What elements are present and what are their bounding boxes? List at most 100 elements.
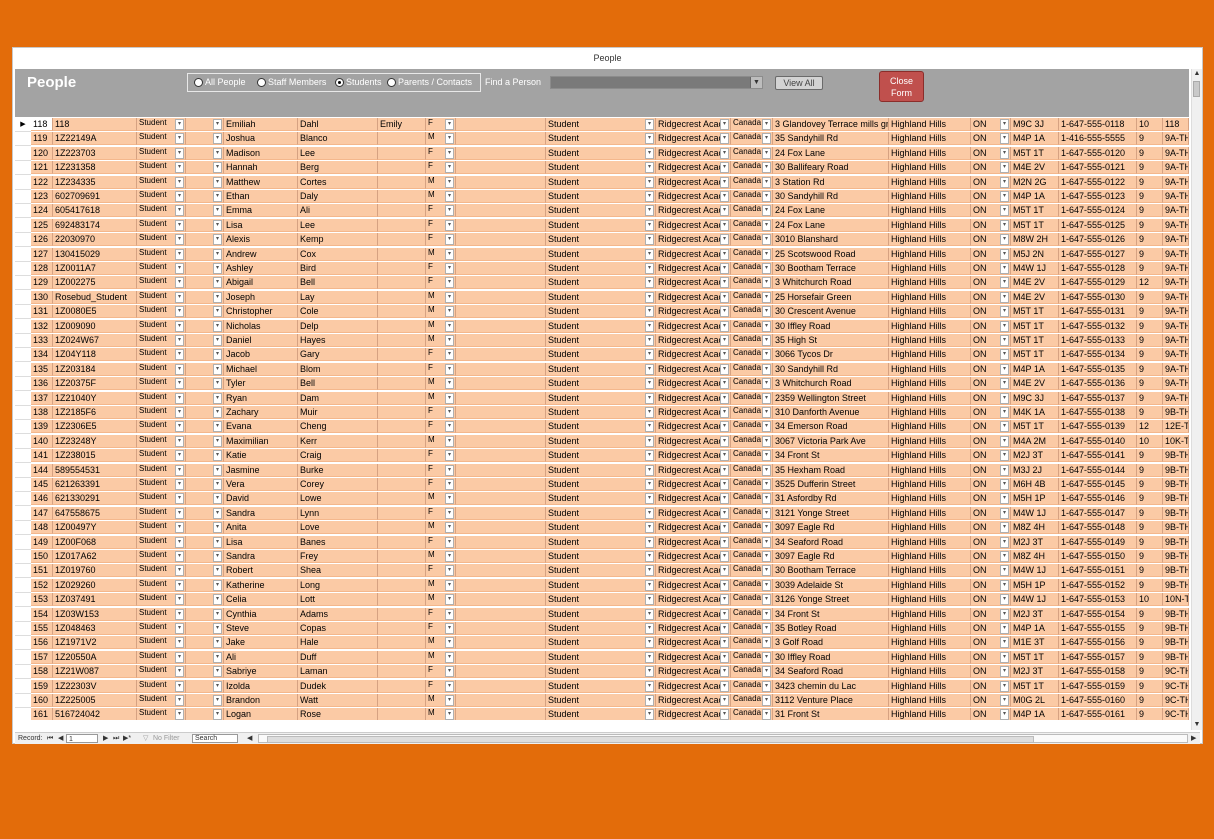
cell-postal[interactable]: M4W 1J [1011,506,1059,520]
cell-role[interactable]: Student [546,391,656,405]
cell-last[interactable]: Watt [298,694,378,707]
cell-tel[interactable]: 1-416-555-5555 [1059,132,1137,146]
table-row[interactable]: 150 1Z017A62 Student ▾ ▾ Sandra Frey M ▾ Student ▾… [15,550,1189,564]
cell-role[interactable]: Student [546,650,656,664]
cell-street[interactable]: 3097 Eagle Rd [773,521,889,535]
cell-guid[interactable]: 1Z23248Y [53,434,137,448]
cell-first[interactable]: Katie [224,449,298,463]
cell-pref[interactable] [378,521,426,535]
chevron-down-icon[interactable]: ▾ [175,378,184,390]
cell-guid[interactable]: 1Z2185F6 [53,406,137,419]
cell-guid[interactable]: 1Z00F068 [53,535,137,549]
chevron-down-icon[interactable]: ▾ [445,666,454,678]
cell-first[interactable]: Jake [224,636,298,650]
cell-pref[interactable] [378,262,426,275]
chevron-down-icon[interactable]: ▾ [445,493,454,505]
chevron-down-icon[interactable]: ▾ [720,335,729,346]
chevron-down-icon[interactable]: ▾ [445,651,454,663]
cell-guid[interactable]: 1Z2306E5 [53,420,137,434]
cell-id[interactable]: 138 [31,406,53,419]
cell-id[interactable]: 123 [31,190,53,203]
chevron-down-icon[interactable]: ▾ [175,507,184,519]
cell-pref[interactable] [378,406,426,419]
cell-postal[interactable]: M5T 1T [1011,420,1059,434]
record-selector[interactable] [15,362,31,377]
record-selector[interactable] [15,449,31,464]
cell-tel[interactable]: 1-647-555-0129 [1059,276,1137,290]
cell-city[interactable]: Highland Hills [889,578,971,592]
no-filter-label[interactable]: No Filter [153,733,179,744]
chevron-down-icon[interactable]: ▾ [445,392,454,404]
chevron-down-icon[interactable]: ▾ [645,608,654,620]
cell-grade[interactable]: 9 [1137,449,1163,463]
cell-last[interactable]: Love [298,521,378,535]
cell-first[interactable]: Katherine [224,578,298,592]
chevron-down-icon[interactable]: ▾ [645,234,654,246]
cell-stu[interactable]: 9A-TH [1163,334,1189,347]
cell-guid[interactable]: 1Z002275 [53,276,137,290]
chevron-down-icon[interactable]: ▾ [762,450,771,462]
cell-stu[interactable]: 9A-TH [1163,175,1189,189]
cell-stu[interactable]: 9A-TH [1163,377,1189,391]
chevron-down-icon[interactable]: ▾ [762,234,771,246]
cell-first[interactable]: Sabriye [224,665,298,679]
table-row[interactable]: 138 1Z2185F6 Student ▾ ▾ Zachary Muir F ▾ Student… [15,406,1189,420]
chevron-down-icon[interactable]: ▾ [720,695,729,706]
cell-id[interactable]: 140 [31,434,53,448]
chevron-down-icon[interactable]: ▾ [445,579,454,591]
cell-first[interactable]: Robert [224,564,298,578]
cell-postal[interactable]: M4E 2V [1011,161,1059,175]
cell-tel[interactable]: 1-647-555-0145 [1059,478,1137,491]
cell-tel[interactable]: 1-647-555-0134 [1059,348,1137,362]
record-selector[interactable] [15,290,31,305]
chevron-down-icon[interactable]: ▾ [762,320,771,332]
cell-id[interactable]: 147 [31,506,53,520]
cell-title[interactable] [456,334,546,347]
cell-first[interactable]: Evana [224,420,298,434]
cell-first[interactable]: Abigail [224,276,298,290]
record-selector[interactable] [15,190,31,204]
record-selector[interactable] [15,478,31,492]
cell-role[interactable]: Student [546,233,656,247]
cell-tel[interactable]: 1-647-555-0155 [1059,622,1137,635]
chevron-down-icon[interactable]: ▾ [445,551,454,562]
cell-city[interactable]: Highland Hills [889,564,971,578]
chevron-down-icon[interactable]: ▾ [645,291,654,303]
cell-title[interactable] [456,204,546,218]
chevron-down-icon[interactable]: ▾ [1000,551,1009,562]
cell-street[interactable]: 3 Station Rd [773,175,889,189]
record-selector[interactable] [15,218,31,233]
cell-postal[interactable]: M2J 3T [1011,665,1059,679]
cell-title[interactable] [456,146,546,160]
table-row[interactable]: 156 1Z1971V2 Student ▾ ▾ Jake Hale M ▾ Student ▾ Ri… [15,636,1189,651]
record-selector[interactable] [15,578,31,593]
cell-city[interactable]: Highland Hills [889,506,971,520]
cell-guid[interactable]: 1Z0080E5 [53,305,137,319]
cell-stu[interactable]: 10K-T [1163,434,1189,448]
chevron-down-icon[interactable]: ▾ [645,479,654,490]
cell-pref[interactable] [378,564,426,578]
cell-role[interactable]: Student [546,161,656,175]
cell-tel[interactable]: 1-647-555-0140 [1059,434,1137,448]
cell-role[interactable]: Student [546,290,656,304]
chevron-down-icon[interactable]: ▾ [720,709,729,720]
chevron-down-icon[interactable]: ▾ [720,594,729,606]
record-selector[interactable] [15,434,31,449]
filter-students[interactable]: Students [335,77,382,87]
cell-guid[interactable]: 1Z017A62 [53,550,137,563]
cell-city[interactable]: Highland Hills [889,146,971,160]
chevron-down-icon[interactable]: ▾ [720,277,729,289]
cell-guid[interactable]: 1Z22303V [53,679,137,693]
record-selector[interactable] [15,161,31,176]
chevron-down-icon[interactable]: ▾ [645,493,654,505]
chevron-down-icon[interactable]: ▾ [645,363,654,375]
record-selector[interactable] [15,334,31,348]
chevron-down-icon[interactable]: ▾ [720,450,729,462]
cell-grade[interactable]: 9 [1137,564,1163,578]
cell-stu[interactable]: 9A-TH [1163,161,1189,175]
table-row[interactable]: 159 1Z22303V Student ▾ ▾ Izolda Dudek F ▾ Student… [15,679,1189,694]
chevron-down-icon[interactable]: ▾ [213,651,222,663]
close-form-button[interactable]: Close Form [879,71,924,102]
chevron-down-icon[interactable]: ▾ [762,147,771,159]
cell-guid[interactable]: 1Z21040Y [53,391,137,405]
